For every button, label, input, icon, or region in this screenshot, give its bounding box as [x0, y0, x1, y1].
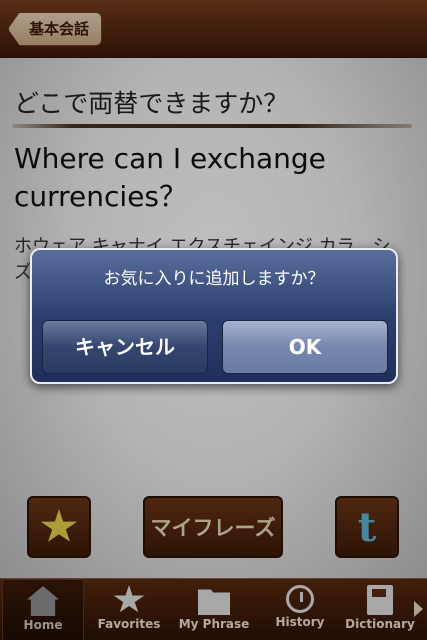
cancel-button[interactable]: キャンセル: [42, 320, 208, 374]
ok-button[interactable]: OK: [222, 320, 388, 374]
alert-message: お気に入りに追加しますか？: [103, 269, 325, 289]
add-favorite-alert: お気に入りに追加しますか？ キャンセル OK: [30, 248, 398, 384]
